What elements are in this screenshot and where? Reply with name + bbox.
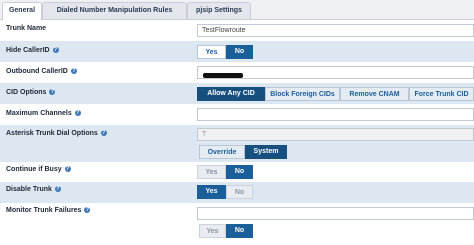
cid-option-remove-cnam[interactable]: Remove CNAM (340, 87, 409, 101)
maximum-channels-input[interactable] (197, 108, 474, 121)
row-hide-callerid: Hide CallerID? Yes No (0, 41, 474, 62)
disable-trunk-label: Disable Trunk? (6, 186, 61, 193)
help-icon[interactable]: ? (52, 47, 59, 54)
cid-option-allow-any-cid[interactable]: Allow Any CID (197, 87, 265, 101)
trunk-name-label: Trunk Name (6, 25, 47, 32)
row-monitor-trunk-failures: Monitor Trunk Failures? Yes No (0, 203, 474, 245)
monitor-trunk-failures-label: Monitor Trunk Failures? (6, 207, 91, 214)
tab-bar: General Dialed Number Manipulation Rules… (0, 0, 474, 20)
disable-trunk-no-button[interactable]: No (226, 185, 253, 199)
continue-if-busy-label: Continue if Busy? (6, 166, 71, 173)
row-maximum-channels: Maximum Channels? (0, 104, 474, 125)
row-cid-options: CID Options? Allow Any CID Block Foreign… (0, 83, 474, 104)
monitor-trunk-failures-no-button[interactable]: No (226, 224, 253, 238)
continue-if-busy-no-button[interactable]: No (226, 165, 253, 179)
hide-callerid-label: Hide CallerID? (6, 47, 59, 54)
help-icon[interactable]: ? (54, 186, 61, 193)
help-icon[interactable]: ? (64, 166, 71, 173)
help-icon[interactable]: ? (84, 207, 91, 214)
asterisk-trunk-dial-options-label: Asterisk Trunk Dial Options? (6, 130, 107, 137)
row-outbound-callerid: Outbound CallerID? (0, 62, 474, 83)
row-asterisk-trunk-dial-options: Asterisk Trunk Dial Options? T Override … (0, 125, 474, 162)
row-trunk-name: Trunk Name TestFlowroute (0, 20, 474, 41)
cid-option-force-trunk-cid[interactable]: Force Trunk CID (409, 87, 474, 101)
hide-callerid-no-button[interactable]: No (226, 45, 253, 59)
maximum-channels-label: Maximum Channels? (6, 110, 81, 117)
row-disable-trunk: Disable Trunk? Yes No (0, 182, 474, 203)
tab-general[interactable]: General (2, 2, 42, 20)
help-icon[interactable]: ? (49, 89, 56, 96)
monitor-trunk-failures-yes-button[interactable]: Yes (199, 224, 226, 238)
trunk-general-form: Trunk Name TestFlowroute Hide CallerID? … (0, 20, 474, 245)
redaction-mark (203, 73, 243, 78)
hide-callerid-yes-button[interactable]: Yes (197, 45, 226, 59)
row-continue-if-busy: Continue if Busy? Yes No (0, 162, 474, 182)
help-icon[interactable]: ? (70, 68, 77, 75)
tab-pjsip-settings[interactable]: pjsip Settings (187, 2, 251, 19)
dial-options-input[interactable]: T (197, 128, 474, 141)
disable-trunk-yes-button[interactable]: Yes (197, 185, 226, 199)
help-icon[interactable]: ? (100, 130, 107, 137)
outbound-callerid-label: Outbound CallerID? (6, 68, 77, 75)
dial-options-system-button[interactable]: System (245, 145, 287, 159)
help-icon[interactable]: ? (74, 110, 81, 117)
monitor-trunk-failures-input[interactable] (197, 207, 474, 220)
cid-options-label: CID Options? (6, 89, 56, 96)
cid-option-block-foreign-cids[interactable]: Block Foreign CIDs (265, 87, 340, 101)
dial-options-override-button[interactable]: Override (199, 145, 245, 159)
continue-if-busy-yes-button[interactable]: Yes (197, 165, 226, 179)
trunk-name-input[interactable]: TestFlowroute (197, 24, 474, 37)
tab-dialed-number-manipulation-rules[interactable]: Dialed Number Manipulation Rules (42, 2, 187, 19)
